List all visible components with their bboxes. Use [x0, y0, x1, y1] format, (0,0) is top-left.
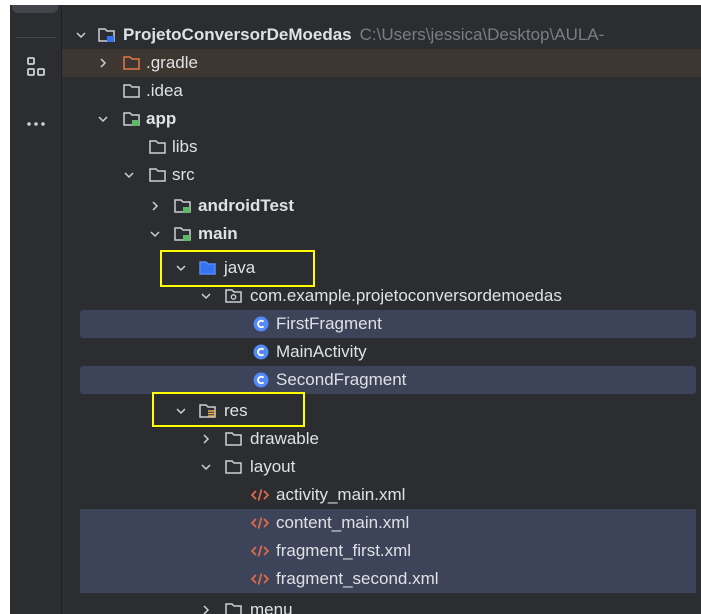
tree-label-package: com.example.projetoconversordemoedas: [250, 286, 562, 305]
class-icon: [253, 316, 269, 332]
tree-label-drawable: drawable: [250, 429, 319, 448]
chevron-down-icon[interactable]: [199, 460, 213, 474]
package-icon: [225, 289, 242, 303]
tree-row-java[interactable]: java: [62, 254, 701, 282]
tree-label-layout: layout: [250, 457, 296, 476]
xml-file-icon: [250, 489, 270, 501]
tree-row-fragment-first-xml[interactable]: fragment_first.xml: [80, 537, 696, 565]
xml-file-icon: [250, 545, 270, 557]
tree-row-main[interactable]: main: [62, 220, 701, 248]
chevron-right-icon[interactable]: [96, 56, 110, 70]
chevron-down-icon[interactable]: [122, 168, 136, 182]
module-folder-icon: [98, 28, 115, 42]
tree-row-package[interactable]: com.example.projetoconversordemoedas: [62, 282, 701, 310]
tree-row-firstfragment[interactable]: FirstFragment: [80, 310, 696, 338]
tree-label-androidtest: androidTest: [198, 196, 295, 215]
xml-file-icon: [250, 573, 270, 585]
highlight-box-java: [160, 250, 315, 287]
structure-icon[interactable]: [24, 55, 48, 79]
excluded-folder-icon: [123, 56, 140, 70]
chevron-down-icon[interactable]: [96, 112, 110, 126]
tree-label-libs: libs: [172, 137, 198, 156]
class-icon: [253, 344, 269, 360]
tree-label-fragment-second-xml: fragment_second.xml: [276, 569, 439, 588]
tree-label-mainactivity: MainActivity: [276, 342, 367, 361]
folder-icon: [225, 603, 242, 614]
chevron-right-icon[interactable]: [199, 603, 213, 614]
module-folder-icon: [174, 227, 191, 241]
tree-row-project[interactable]: ProjetoConversorDeMoedas C:\Users\jessica…: [62, 21, 701, 49]
tree-label-content-main-xml: content_main.xml: [276, 513, 410, 532]
tree-label-activity-main-xml: activity_main.xml: [276, 485, 406, 504]
tree-row-fragment-second-xml[interactable]: fragment_second.xml: [80, 565, 696, 593]
tree-label-src: src: [172, 165, 195, 184]
window-border-left: [0, 0, 10, 614]
tree-row-libs[interactable]: libs: [62, 133, 701, 161]
tree-label-fragment-first-xml: fragment_first.xml: [276, 541, 412, 560]
tree-row-gradle[interactable]: .gradle: [62, 49, 701, 77]
tree-row-activity-main-xml[interactable]: activity_main.xml: [62, 481, 701, 509]
folder-icon: [149, 168, 166, 182]
tree-label-firstfragment: FirstFragment: [276, 314, 382, 333]
tree-row-app[interactable]: app: [62, 105, 701, 133]
folder-icon: [225, 460, 242, 474]
tree-row-layout[interactable]: layout: [62, 453, 701, 481]
tree-row-secondfragment[interactable]: SecondFragment: [80, 366, 696, 394]
folder-icon: [123, 84, 140, 98]
tree-label-project: ProjetoConversorDeMoedas C:\Users\jessica…: [123, 25, 605, 44]
xml-file-icon: [250, 517, 270, 529]
tree-label-app: app: [146, 109, 177, 128]
highlight-box-res: [152, 392, 305, 427]
chevron-right-icon[interactable]: [148, 199, 162, 213]
project-path: C:\Users\jessica\Desktop\AULA-: [359, 25, 605, 44]
chevron-down-icon[interactable]: [199, 289, 213, 303]
tree-label-secondfragment: SecondFragment: [276, 370, 407, 389]
more-icon[interactable]: [24, 112, 48, 136]
module-folder-icon: [174, 199, 191, 213]
tree-label-main: main: [198, 224, 238, 243]
strip-divider: [16, 37, 56, 38]
module-folder-icon: [123, 112, 140, 126]
tree-row-androidtest[interactable]: androidTest: [62, 192, 701, 220]
chevron-down-icon[interactable]: [148, 227, 162, 241]
tool-window-strip: [10, 5, 62, 614]
class-icon: [253, 372, 269, 388]
tree-row-menu[interactable]: menu: [62, 596, 701, 614]
tree-row-content-main-xml[interactable]: content_main.xml: [80, 509, 696, 537]
tree-row-src[interactable]: src: [62, 161, 701, 189]
tree-row-idea[interactable]: .idea: [62, 77, 701, 105]
tree-label-gradle: .gradle: [146, 53, 198, 72]
folder-icon: [149, 140, 166, 154]
tree-label-menu: menu: [250, 600, 293, 614]
active-tool-tab[interactable]: [12, 5, 58, 13]
tree-row-mainactivity[interactable]: MainActivity: [62, 338, 701, 366]
folder-icon: [225, 432, 242, 446]
chevron-down-icon[interactable]: [74, 28, 88, 42]
tree-label-idea: .idea: [146, 81, 183, 100]
chevron-right-icon[interactable]: [199, 432, 213, 446]
project-tree: ProjetoConversorDeMoedas C:\Users\jessica…: [62, 5, 701, 614]
tree-row-drawable[interactable]: drawable: [62, 425, 701, 453]
